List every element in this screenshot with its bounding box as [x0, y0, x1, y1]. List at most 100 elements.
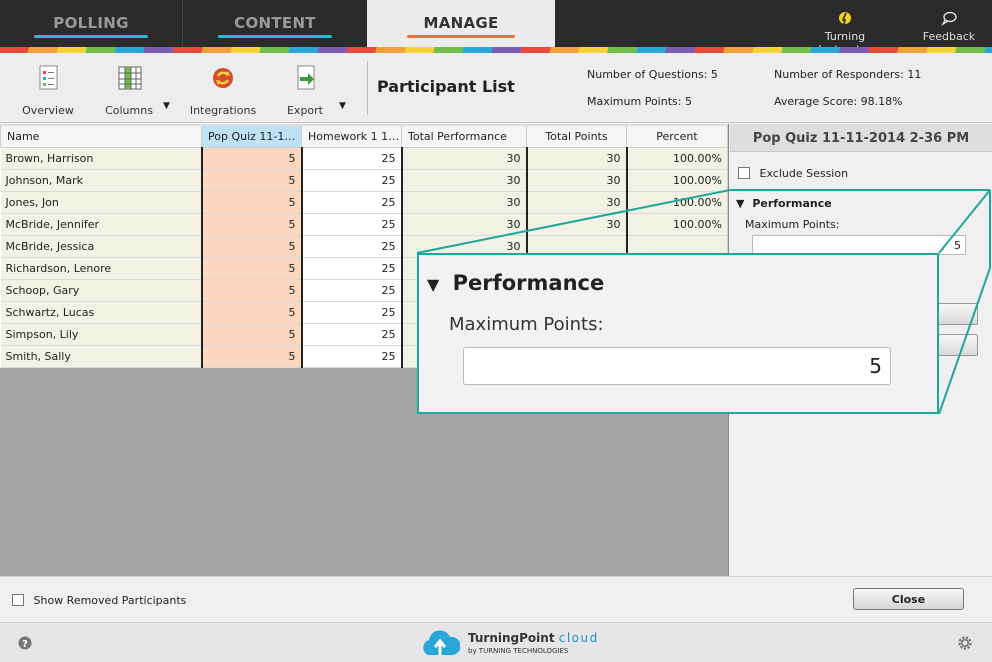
- stat-max-points: Maximum Points: 5: [587, 95, 692, 108]
- callout-max-points-input: 5: [463, 347, 891, 385]
- cell-name[interactable]: Brown, Harrison: [0, 147, 202, 170]
- table-row[interactable]: McBride, Jennifer 5 25 30 30 100.00%: [0, 213, 728, 236]
- cell-name[interactable]: Simpson, Lily: [0, 323, 202, 346]
- callout-performance-header: ▼ Performance: [427, 271, 604, 295]
- top-navigation: POLLING CONTENT MANAGE Turning Instructo…: [0, 0, 992, 56]
- feedback-icon: [941, 11, 957, 26]
- cell-pop-quiz[interactable]: 5: [200, 345, 303, 368]
- cell-pop-quiz[interactable]: 5: [200, 235, 303, 258]
- export-label: Export: [286, 104, 323, 117]
- cell-pop-quiz[interactable]: 5: [200, 147, 303, 170]
- tab-polling-label: POLLING: [53, 14, 129, 32]
- cloud-upload-icon: [423, 630, 460, 655]
- header-pop-quiz[interactable]: Pop Quiz 11-11...: [201, 124, 302, 148]
- logo-brand-name: TurningPoint: [468, 631, 555, 645]
- exclude-session-option[interactable]: Exclude Session: [738, 167, 848, 180]
- max-points-input[interactable]: 5: [752, 235, 966, 255]
- show-removed-option[interactable]: Show Removed Participants: [12, 594, 186, 607]
- panel-button-1[interactable]: [938, 303, 978, 325]
- cell-pop-quiz[interactable]: 5: [200, 169, 303, 192]
- bottom-bar: Show Removed Participants Close: [0, 576, 992, 622]
- tab-polling[interactable]: POLLING: [0, 0, 183, 47]
- logo-brand-cloud: cloud: [558, 631, 599, 645]
- table-row[interactable]: Jones, Jon 5 25 30 30 100.00%: [0, 191, 728, 214]
- cell-pop-quiz[interactable]: 5: [200, 301, 303, 324]
- overview-button[interactable]: Overview: [18, 63, 78, 117]
- performance-section-header[interactable]: ▼ Performance: [736, 197, 832, 210]
- cell-name[interactable]: McBride, Jessica: [0, 235, 202, 258]
- cell-homework[interactable]: 25: [301, 257, 403, 280]
- cell-pop-quiz[interactable]: 5: [200, 257, 303, 280]
- overview-icon: [39, 65, 58, 90]
- cell-total-points[interactable]: 30: [526, 147, 628, 170]
- panel-button-2[interactable]: [938, 334, 978, 356]
- columns-icon: [118, 66, 142, 90]
- exclude-session-label: Exclude Session: [759, 167, 849, 180]
- header-total-performance[interactable]: Total Performance: [401, 124, 527, 148]
- tab-underline: [34, 35, 148, 38]
- cell-name[interactable]: Jones, Jon: [0, 191, 202, 214]
- cell-name[interactable]: Johnson, Mark: [0, 169, 202, 192]
- collapse-triangle-icon: ▼: [736, 197, 745, 210]
- cell-pop-quiz[interactable]: 5: [200, 191, 303, 214]
- export-icon: [297, 65, 315, 90]
- cell-homework[interactable]: 25: [301, 213, 403, 236]
- exclude-session-checkbox[interactable]: [738, 167, 750, 179]
- header-homework[interactable]: Homework 1 11...: [301, 124, 402, 148]
- integrations-label: Integrations: [189, 104, 257, 117]
- cell-total-performance[interactable]: 30: [401, 213, 528, 236]
- cell-pop-quiz[interactable]: 5: [200, 213, 303, 236]
- cell-total-performance[interactable]: 30: [401, 169, 528, 192]
- performance-label: Performance: [752, 197, 832, 210]
- footer: ? TurningPoint cloud by TURNING TECHNOLO…: [0, 622, 992, 662]
- cell-percent[interactable]: 100.00%: [626, 147, 728, 170]
- feedback-button[interactable]: Feedback: [918, 10, 980, 43]
- export-button[interactable]: Export: [280, 63, 330, 117]
- cell-percent[interactable]: 100.00%: [626, 169, 728, 192]
- tab-content[interactable]: CONTENT: [184, 0, 366, 47]
- cell-homework[interactable]: 25: [301, 301, 403, 324]
- table-row[interactable]: Brown, Harrison 5 25 30 30 100.00%: [0, 147, 728, 170]
- cell-name[interactable]: Schwartz, Lucas: [0, 301, 202, 324]
- integrations-button[interactable]: Integrations: [188, 63, 258, 117]
- cell-homework[interactable]: 25: [301, 279, 403, 302]
- header-total-points[interactable]: Total Points: [526, 124, 627, 148]
- columns-button[interactable]: Columns: [100, 63, 158, 117]
- cell-pop-quiz[interactable]: 5: [200, 279, 303, 302]
- cell-total-points[interactable]: 30: [526, 191, 628, 214]
- close-button[interactable]: Close: [853, 588, 964, 610]
- callout-performance-label: Performance: [452, 271, 605, 295]
- cell-homework[interactable]: 25: [301, 169, 403, 192]
- cell-homework[interactable]: 25: [301, 345, 403, 368]
- help-icon[interactable]: ?: [18, 635, 34, 651]
- header-percent[interactable]: Percent: [626, 124, 728, 148]
- cell-total-points[interactable]: 30: [526, 169, 628, 192]
- cell-total-points[interactable]: 30: [526, 213, 628, 236]
- cell-total-performance[interactable]: 30: [401, 191, 528, 214]
- export-dropdown-icon[interactable]: ▼: [339, 101, 346, 111]
- cell-name[interactable]: Richardson, Lenore: [0, 257, 202, 280]
- header-name[interactable]: Name: [0, 124, 202, 148]
- session-title: Pop Quiz 11-11-2014 2-36 PM: [730, 124, 992, 152]
- cell-homework[interactable]: 25: [301, 323, 403, 346]
- cell-homework[interactable]: 25: [301, 191, 403, 214]
- cell-name[interactable]: Smith, Sally: [0, 345, 202, 368]
- callout-max-points-label: Maximum Points:: [449, 314, 604, 335]
- cell-homework[interactable]: 25: [301, 147, 403, 170]
- tab-underline: [218, 35, 332, 38]
- cell-name[interactable]: McBride, Jennifer: [0, 213, 202, 236]
- gear-icon[interactable]: [957, 635, 973, 651]
- cell-pop-quiz[interactable]: 5: [200, 323, 303, 346]
- cell-percent[interactable]: 100.00%: [626, 213, 728, 236]
- table-row[interactable]: Johnson, Mark 5 25 30 30 100.00%: [0, 169, 728, 192]
- cell-percent[interactable]: 100.00%: [626, 191, 728, 214]
- cell-homework[interactable]: 25: [301, 235, 403, 258]
- show-removed-label: Show Removed Participants: [33, 594, 187, 607]
- show-removed-checkbox[interactable]: [12, 594, 24, 606]
- tab-manage[interactable]: MANAGE: [367, 0, 555, 47]
- tab-content-label: CONTENT: [234, 14, 316, 32]
- columns-dropdown-icon[interactable]: ▼: [163, 101, 170, 111]
- tab-manage-label: MANAGE: [423, 14, 499, 32]
- cell-name[interactable]: Schoop, Gary: [0, 279, 202, 302]
- cell-total-performance[interactable]: 30: [401, 147, 528, 170]
